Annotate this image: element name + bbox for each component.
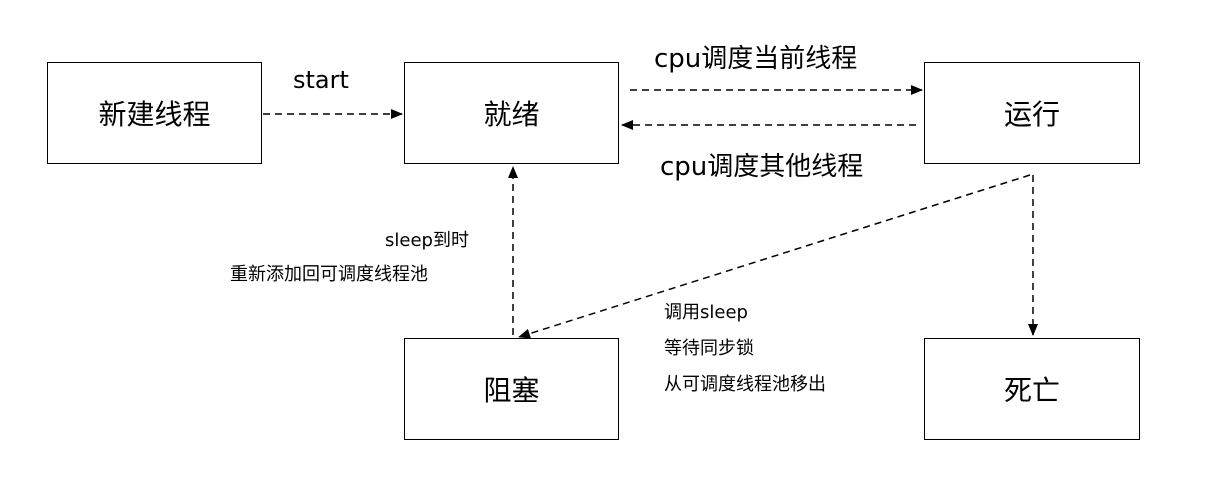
transition-arrows [263, 85, 1038, 339]
label-sleep-timeout: sleep到时 [385, 230, 469, 251]
label-call-sleep: 调用sleep [664, 302, 748, 323]
label-cpu-schedule-current: cpu调度当前线程 [654, 44, 858, 74]
label-readd-to-pool: 重新添加回可调度线程池 [230, 264, 428, 285]
label-start: start [293, 66, 349, 94]
label-cpu-schedule-other: cpu调度其他线程 [660, 152, 864, 182]
label-remove-from-pool: 从可调度线程池移出 [664, 374, 826, 395]
label-wait-lock: 等待同步锁 [664, 338, 754, 359]
arrow-running-to-blocked [518, 174, 1031, 339]
